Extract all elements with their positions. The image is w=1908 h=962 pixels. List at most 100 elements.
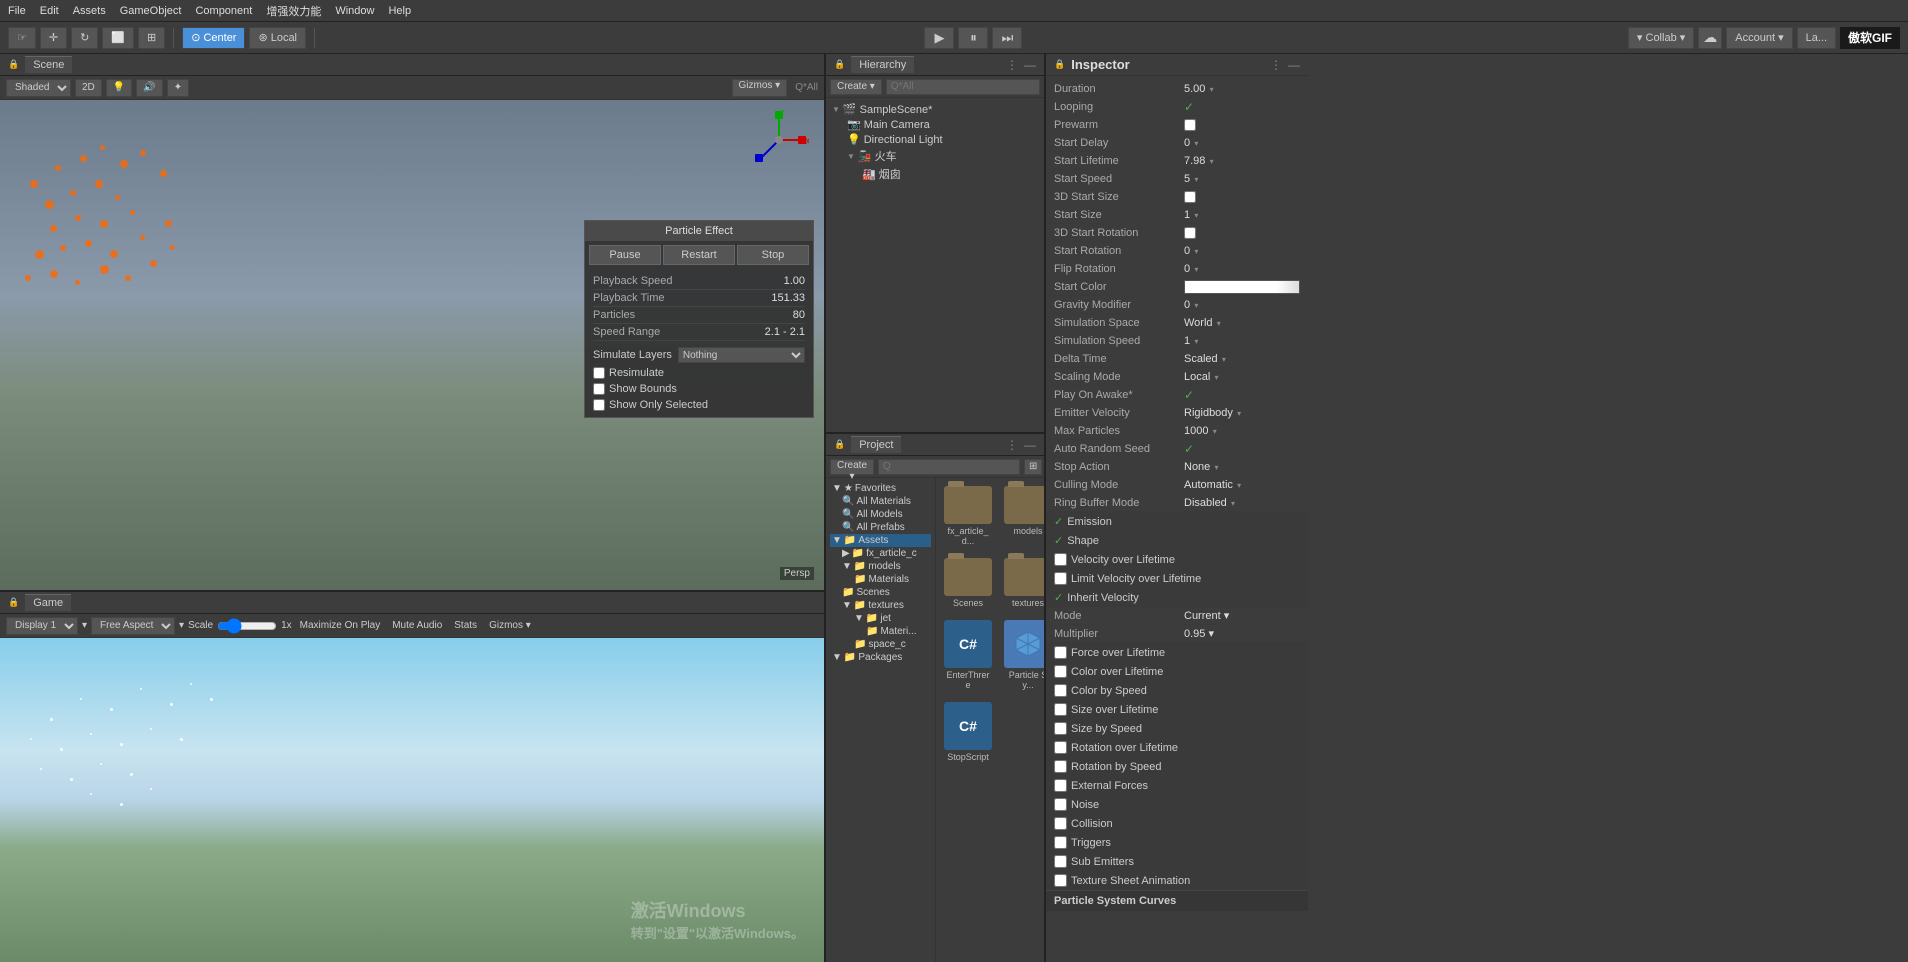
tree-train[interactable]: ▼ 🚂 火车 [830,147,1040,165]
insp-checkbox[interactable] [1184,119,1196,131]
insp-lock-icon[interactable]: 🔒 [1054,59,1065,70]
sidebar-all-prefabs[interactable]: 🔍 All Prefabs [830,521,931,534]
proj-create-btn[interactable]: Create ▾ [830,459,874,475]
insp-input-val[interactable]: 5.00 ▾ [1184,83,1300,95]
show-bounds-check[interactable] [593,383,605,395]
cloud-icon[interactable]: ☁ [1698,27,1722,49]
scene-2d-btn[interactable]: 2D [75,79,102,97]
section-checkbox[interactable] [1054,646,1067,659]
mute-btn[interactable]: Mute Audio [388,620,446,631]
aspect-select[interactable]: Free Aspect [91,617,175,635]
sidebar-space[interactable]: 📁 space_c [830,638,931,651]
sidebar-textures[interactable]: ▼ 📁 textures [830,599,931,612]
insp-input-val[interactable]: 0 ▾ [1184,299,1300,311]
section-checkbox[interactable] [1054,874,1067,887]
toolbar-scale[interactable]: ⬜ [102,27,134,49]
insp-input-val[interactable]: 1 ▾ [1184,335,1300,347]
game-lock-icon[interactable]: 🔒 [8,597,19,608]
asset-item[interactable]: textures [1000,554,1044,612]
insp-sec-val[interactable]: Current ▾ [1184,609,1300,622]
section-checkbox[interactable] [1054,817,1067,830]
asset-item[interactable]: models [1000,482,1044,550]
toolbar-local[interactable]: ⊛ Local [249,27,306,49]
section-checkbox[interactable] [1054,798,1067,811]
proj-search[interactable] [878,459,1020,475]
insp-check[interactable]: ✓ [1184,100,1194,114]
insp-select-val[interactable]: Local ▾ [1184,371,1300,383]
play-button[interactable]: ▶ [924,27,954,49]
scene-light-btn[interactable]: 💡 [106,79,132,97]
menu-help[interactable]: Help [388,5,411,17]
game-tab[interactable]: Game [25,594,71,611]
hier-create-btn[interactable]: Create ▾ [830,79,882,95]
insp-section-triggers[interactable]: Triggers [1046,833,1308,852]
toolbar-center[interactable]: ⊙ Center [182,27,245,49]
sidebar-all-models[interactable]: 🔍 All Models [830,508,931,521]
section-checkbox[interactable] [1054,553,1067,566]
sidebar-all-materials[interactable]: 🔍 All Materials [830,495,931,508]
insp-section-velocity-over-lifetime[interactable]: Velocity over Lifetime [1046,550,1308,569]
insp-input-val[interactable]: 7.98 ▾ [1184,155,1300,167]
scale-slider[interactable] [217,620,277,632]
simulate-select[interactable]: Nothing [678,347,805,363]
game-gizmos-btn[interactable]: Gizmos ▾ [485,620,535,631]
insp-close-icon[interactable]: — [1288,58,1300,72]
asset-item[interactable]: Particle Sy... [1000,616,1044,694]
asset-item[interactable]: fx_article_d... [940,482,996,550]
sidebar-fx[interactable]: ▶ 📁 fx_article_c [830,547,931,560]
collab-button[interactable]: ▾ Collab ▾ [1628,27,1694,49]
toolbar-hand[interactable]: ☞ [8,27,36,49]
insp-section-rotation-by-speed[interactable]: Rotation by Speed [1046,757,1308,776]
insp-section-external-forces[interactable]: External Forces [1046,776,1308,795]
sidebar-assets[interactable]: ▼ 📁 Assets [830,534,931,547]
insp-section-color-over-lifetime[interactable]: Color over Lifetime [1046,662,1308,681]
insp-color[interactable] [1184,280,1300,294]
insp-section-emission[interactable]: ✓Emission [1046,512,1308,531]
proj-close-icon[interactable]: — [1024,438,1036,452]
scene-fx-btn[interactable]: ✦ [167,79,189,97]
section-checkbox[interactable] [1054,684,1067,697]
particle-stop-btn[interactable]: Stop [737,245,809,265]
menu-extra[interactable]: 增强效力能 [266,3,321,19]
toolbar-rotate[interactable]: ↻ [71,27,98,49]
toolbar-rect[interactable]: ⊞ [138,27,165,49]
insp-section-texture-sheet-animation[interactable]: Texture Sheet Animation [1046,871,1308,890]
insp-checkbox[interactable] [1184,227,1196,239]
section-checkbox[interactable] [1054,572,1067,585]
insp-section-collision[interactable]: Collision [1046,814,1308,833]
section-checkbox[interactable] [1054,855,1067,868]
insp-section-inherit-velocity[interactable]: ✓Inherit Velocity [1046,588,1308,607]
asset-item[interactable]: Scenes [940,554,996,612]
sidebar-favorites[interactable]: ▼ ★ Favorites [830,482,931,495]
insp-check[interactable]: ✓ [1184,442,1194,456]
asset-item[interactable]: C#EnterThrere [940,616,996,694]
asset-item[interactable]: C#StopScript [940,698,996,766]
particle-pause-btn[interactable]: Pause [589,245,661,265]
insp-sec-val[interactable]: 0.95 ▾ [1184,627,1300,640]
hier-lock-icon[interactable]: 🔒 [834,59,845,70]
resimulate-check[interactable] [593,367,605,379]
insp-checkbox[interactable] [1184,191,1196,203]
particle-restart-btn[interactable]: Restart [663,245,735,265]
display-select[interactable]: Display 1 [6,617,78,635]
insp-menu-icon[interactable]: ⋮ [1270,58,1282,72]
tree-samplescene[interactable]: ▼ 🎬 SampleScene* [830,102,1040,117]
insp-select-val[interactable]: Disabled ▾ [1184,497,1300,509]
insp-select-val[interactable]: Rigidbody ▾ [1184,407,1300,419]
sidebar-packages[interactable]: ▼ 📁 Packages [830,651,931,664]
section-checkbox[interactable] [1054,836,1067,849]
insp-section-force-over-lifetime[interactable]: Force over Lifetime [1046,643,1308,662]
scene-viewport[interactable]: Y X Z Persp Particle Effect Pause [0,100,824,590]
scene-shaded-select[interactable]: Shaded [6,79,71,97]
insp-input-val[interactable]: 0 ▾ [1184,245,1300,257]
insp-select-val[interactable]: World ▾ [1184,317,1300,329]
insp-section-sub-emitters[interactable]: Sub Emitters [1046,852,1308,871]
show-only-check[interactable] [593,399,605,411]
section-checkbox[interactable] [1054,665,1067,678]
insp-section-noise[interactable]: Noise [1046,795,1308,814]
sidebar-scenes[interactable]: 📁 Scenes [830,586,931,599]
tree-chimney[interactable]: 🏭 烟囱 [830,165,1040,183]
proj-menu-icon[interactable]: ⋮ [1006,438,1018,452]
tree-dir-light[interactable]: 💡 Directional Light [830,132,1040,147]
insp-input-val[interactable]: 0 ▾ [1184,137,1300,149]
